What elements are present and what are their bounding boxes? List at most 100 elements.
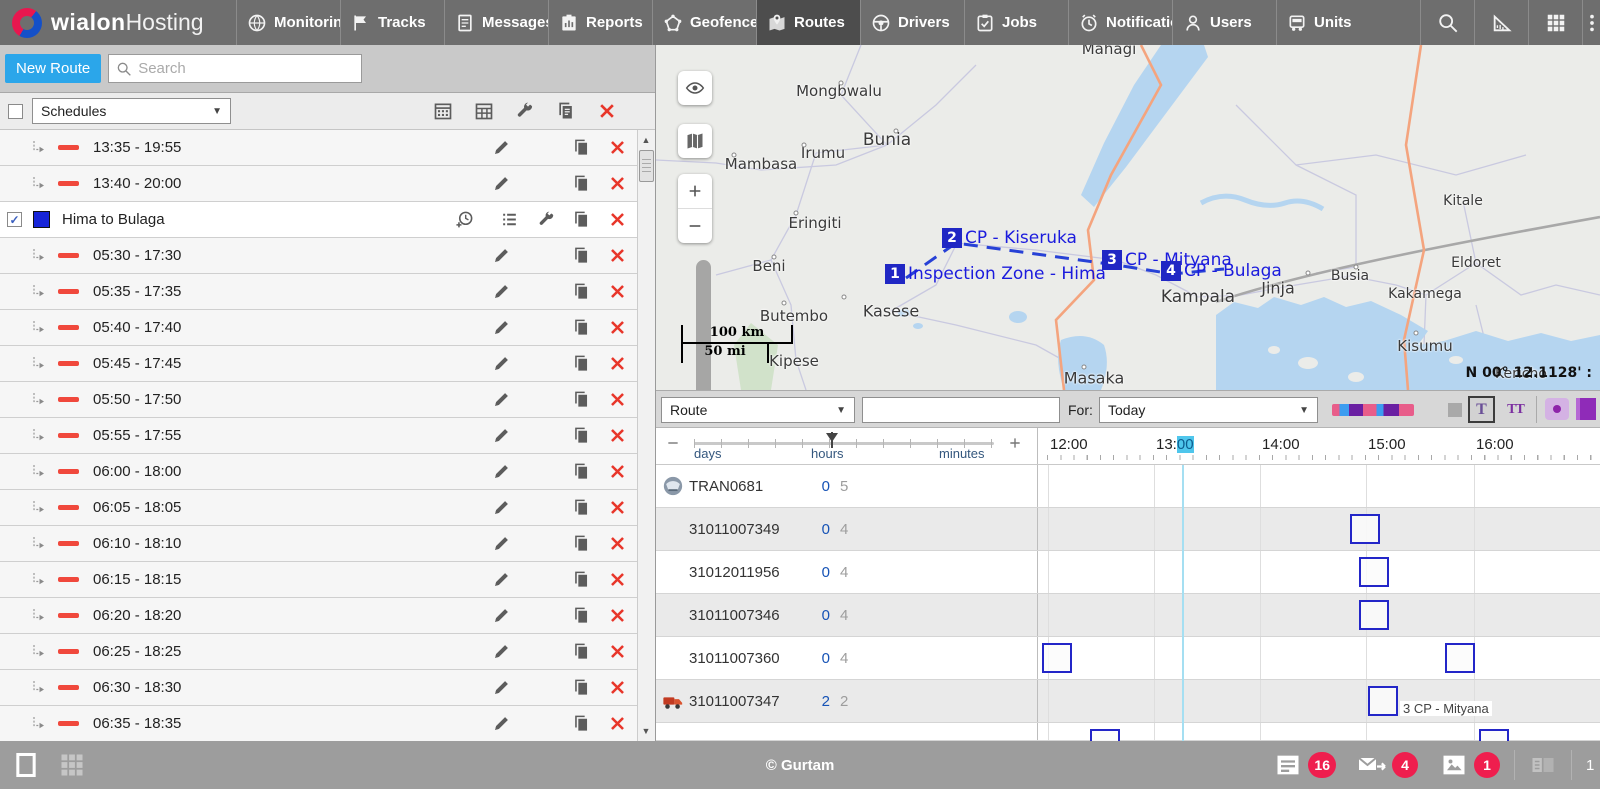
scroll-down-icon[interactable]: ▼ (640, 725, 652, 737)
nav-tab-reports[interactable]: Reports (548, 0, 652, 45)
timeline-unit-row[interactable]: TRAN0681 0 5 (656, 465, 1600, 508)
schedule-row[interactable]: 06:00 - 18:00 (0, 454, 638, 490)
copy-icon[interactable] (572, 138, 591, 157)
checkpoint-marker[interactable]: 2 (942, 228, 962, 248)
edit-icon[interactable] (492, 642, 511, 661)
schedule-row[interactable]: 06:15 - 18:15 (0, 562, 638, 598)
delete-icon[interactable] (608, 678, 627, 697)
edit-icon[interactable] (492, 606, 511, 625)
zoom-out-button[interactable] (678, 208, 712, 242)
schedule-row[interactable]: 06:20 - 18:20 (0, 598, 638, 634)
route-event-marker[interactable] (1042, 643, 1072, 673)
schedule-row[interactable]: 05:40 - 17:40 (0, 310, 638, 346)
nav-tab-messages[interactable]: Messages (444, 0, 548, 45)
schedule-row[interactable]: 06:35 - 18:35 (0, 706, 638, 741)
text-mode-2-button[interactable]: TT (1502, 396, 1529, 423)
nav-tab-notifications[interactable]: Notifications (1068, 0, 1172, 45)
route-row[interactable]: ✓ Hima to Bulaga (0, 202, 638, 238)
schedule-row[interactable]: 06:10 - 18:10 (0, 526, 638, 562)
edit-icon[interactable] (492, 426, 511, 445)
delete-icon[interactable] (608, 462, 627, 481)
copy-icon[interactable] (572, 714, 591, 733)
edit-icon[interactable] (492, 282, 511, 301)
list-view-icon[interactable] (500, 210, 519, 229)
timeline-unit-row[interactable]: 31012011956 0 4 (656, 551, 1600, 594)
delete-icon[interactable] (608, 138, 627, 157)
nav-tab-drivers[interactable]: Drivers (860, 0, 964, 45)
add-schedule-icon[interactable] (455, 210, 474, 229)
apps-grid-icon[interactable] (58, 751, 86, 779)
timeline-unit-row[interactable]: 31011007349 0 4 (656, 508, 1600, 551)
delete-icon[interactable] (608, 534, 627, 553)
delete-icon[interactable] (608, 498, 627, 517)
search-box[interactable] (108, 54, 362, 83)
footer-badge-notifications[interactable]: 16 (1274, 751, 1336, 779)
schedule-row[interactable]: 06:25 - 18:25 (0, 634, 638, 670)
edit-icon[interactable] (492, 390, 511, 409)
copy-icon[interactable] (572, 246, 591, 265)
copy-icon[interactable] (572, 282, 591, 301)
nav-tab-tracks[interactable]: Tracks (340, 0, 444, 45)
route-event-marker[interactable] (1359, 557, 1389, 587)
nav-tab-monitoring[interactable]: Monitoring (236, 0, 340, 45)
timeline-unit-row-partial[interactable] (656, 723, 1600, 741)
timeline-unit-row[interactable]: 31011007360 0 4 (656, 637, 1600, 680)
edit-icon[interactable] (492, 138, 511, 157)
route-event-marker[interactable] (1368, 686, 1398, 716)
slider-plus-icon[interactable] (1008, 436, 1022, 450)
delete-icon[interactable] (608, 390, 627, 409)
route-event-marker[interactable] (1090, 729, 1120, 741)
edit-icon[interactable] (492, 246, 511, 265)
nav-tab-users[interactable]: Users (1172, 0, 1276, 45)
delete-icon[interactable] (608, 570, 627, 589)
copy-icon[interactable] (572, 498, 591, 517)
schedule-row[interactable]: 05:50 - 17:50 (0, 382, 638, 418)
map[interactable]: MahagiMongbwaluBuniaIrumuMambasaEringiti… (656, 45, 1600, 390)
select-all-checkbox[interactable] (8, 104, 23, 119)
copy-icon[interactable] (572, 606, 591, 625)
schedule-row[interactable]: 05:30 - 17:30 (0, 238, 638, 274)
timeline-filter-input[interactable] (862, 397, 1060, 423)
timeline-legend-icon[interactable] (1332, 404, 1414, 416)
nav-action-ruler[interactable] (1474, 0, 1528, 45)
nav-action-search[interactable] (1420, 0, 1474, 45)
route-event-marker[interactable] (1479, 729, 1509, 741)
route-event-marker[interactable] (1359, 600, 1389, 630)
nav-action-more[interactable] (1582, 0, 1600, 45)
nav-action-apps[interactable] (1528, 0, 1582, 45)
delete-icon[interactable] (608, 426, 627, 445)
delete-icon[interactable] (608, 210, 627, 229)
edit-icon[interactable] (492, 534, 511, 553)
footer-badge-messages[interactable]: 4 (1358, 751, 1418, 779)
nav-tab-units[interactable]: Units (1276, 0, 1380, 45)
timeline-mode-select[interactable]: Route▼ (661, 397, 855, 423)
list-scrollbar[interactable]: ▲ ▼ (637, 130, 655, 741)
visibility-button[interactable] (678, 71, 712, 105)
copy-icon[interactable] (572, 426, 591, 445)
delete-icon[interactable] (608, 174, 627, 193)
delete-icon[interactable] (608, 354, 627, 373)
schedule-row[interactable]: 13:35 - 19:55 (0, 130, 638, 166)
split-view-icon[interactable] (1529, 751, 1557, 779)
checkpoint-marker[interactable]: 1 (885, 264, 905, 284)
copy-schedules-icon[interactable] (556, 101, 576, 121)
delete-icon[interactable] (608, 318, 627, 337)
period-select[interactable]: Today▼ (1099, 397, 1318, 423)
new-route-button[interactable]: New Route (5, 54, 101, 83)
copy-icon[interactable] (572, 174, 591, 193)
point-display-icon[interactable] (1545, 398, 1569, 420)
copy-icon[interactable] (572, 462, 591, 481)
text-mode-button[interactable]: T (1468, 396, 1495, 423)
schedule-row[interactable]: 13:40 - 20:00 (0, 166, 638, 202)
edit-icon[interactable] (492, 318, 511, 337)
checkpoint-marker[interactable]: 4 (1161, 261, 1181, 281)
copy-icon[interactable] (572, 678, 591, 697)
route-checkbox[interactable]: ✓ (7, 212, 22, 227)
schedule-row[interactable]: 06:05 - 18:05 (0, 490, 638, 526)
copy-icon[interactable] (572, 642, 591, 661)
edit-icon[interactable] (492, 462, 511, 481)
timeline-unit-row[interactable]: 31011007347 2 2 3 CP - Mityana (656, 680, 1600, 723)
calendar-view-icon[interactable] (433, 101, 453, 121)
schedule-row[interactable]: 05:45 - 17:45 (0, 346, 638, 382)
mode-select[interactable]: Schedules ▼ (32, 98, 231, 124)
